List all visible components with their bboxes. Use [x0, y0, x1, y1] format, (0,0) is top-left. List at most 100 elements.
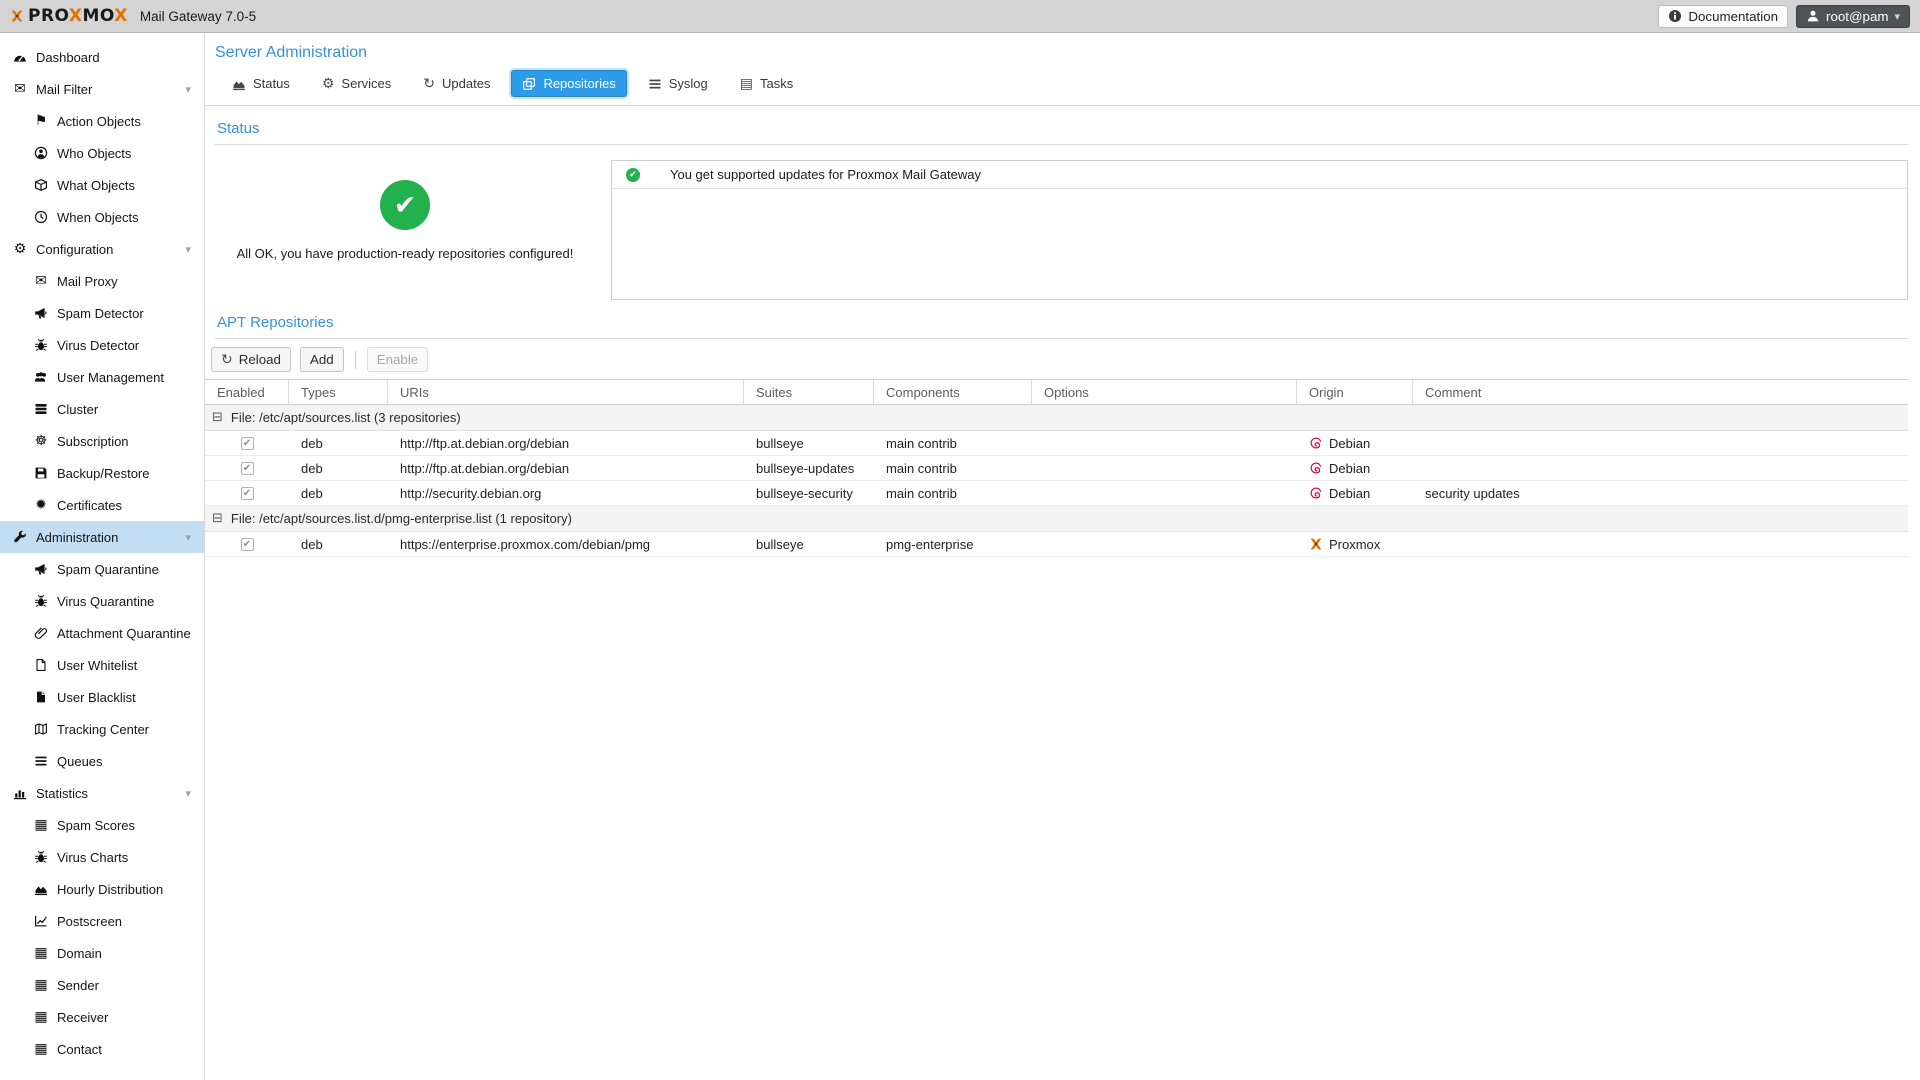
- status-detail-text: You get supported updates for Proxmox Ma…: [670, 167, 981, 182]
- page-title: Server Administration: [205, 33, 1920, 65]
- sidebar-item-contact[interactable]: ▦Contact: [0, 1033, 204, 1065]
- table-row[interactable]: ✔debhttp://ftp.at.debian.org/debianbulls…: [205, 431, 1908, 456]
- sidebar-item-label: Spam Quarantine: [57, 562, 159, 577]
- sidebar-item-configuration[interactable]: ⚙Configuration▾: [0, 233, 204, 265]
- tab-tasks[interactable]: ▤Tasks: [729, 70, 804, 97]
- cell-enabled: ✔: [205, 437, 289, 450]
- tab-repositories[interactable]: Repositories: [511, 70, 626, 97]
- sidebar-item-postscreen[interactable]: Postscreen: [0, 905, 204, 937]
- documentation-label: Documentation: [1688, 9, 1778, 24]
- sidebar-item-certificates[interactable]: ✹Certificates: [0, 489, 204, 521]
- origin-label: Debian: [1329, 436, 1370, 451]
- gears-icon: ⚙: [322, 77, 335, 91]
- bug-icon: [34, 850, 48, 864]
- sidebar-item-user-blacklist[interactable]: User Blacklist: [0, 681, 204, 713]
- sidebar-item-receiver[interactable]: ▦Receiver: [0, 1001, 204, 1033]
- table-icon: ▦: [34, 818, 47, 832]
- enabled-checkbox[interactable]: ✔: [241, 487, 254, 500]
- sidebar-item-statistics[interactable]: Statistics▾: [0, 777, 204, 809]
- reload-button[interactable]: ↻Reload: [211, 347, 291, 372]
- sidebar-item-spam-quarantine[interactable]: Spam Quarantine: [0, 553, 204, 585]
- apt-repositories-grid: EnabledTypesURIsSuitesComponentsOptionsO…: [205, 379, 1908, 557]
- column-header-uri[interactable]: URIs: [388, 380, 744, 404]
- status-section-title: Status: [215, 120, 1908, 145]
- tab-updates[interactable]: ↻Updates: [412, 70, 501, 97]
- collapse-icon[interactable]: ⊟: [212, 512, 223, 525]
- column-header-suite[interactable]: Suites: [744, 380, 874, 404]
- column-header-options[interactable]: Options: [1032, 380, 1297, 404]
- sidebar-item-mail-proxy[interactable]: ✉Mail Proxy: [0, 265, 204, 297]
- cell-suite: bullseye: [744, 537, 874, 552]
- sidebar-item-virus-quarantine[interactable]: Virus Quarantine: [0, 585, 204, 617]
- table-row[interactable]: ✔debhttp://ftp.at.debian.org/debianbulls…: [205, 456, 1908, 481]
- column-header-origin[interactable]: Origin: [1297, 380, 1413, 404]
- sidebar-item-attachment-quarantine[interactable]: Attachment Quarantine: [0, 617, 204, 649]
- table-row[interactable]: ✔debhttps://enterprise.proxmox.com/debia…: [205, 532, 1908, 557]
- column-header-types[interactable]: Types: [289, 380, 388, 404]
- enable-button[interactable]: Enable: [367, 347, 429, 372]
- debian-icon: [1309, 486, 1323, 500]
- table-row[interactable]: ✔debhttp://security.debian.orgbullseye-s…: [205, 481, 1908, 506]
- add-button[interactable]: Add: [300, 347, 344, 372]
- collapse-icon[interactable]: ⊟: [212, 411, 223, 424]
- clone-icon: [522, 77, 536, 91]
- column-header-components[interactable]: Components: [874, 380, 1032, 404]
- apt-toolbar: ↻Reload Add Enable: [205, 339, 1920, 379]
- cell-enabled: ✔: [205, 462, 289, 475]
- sidebar-item-virus-detector[interactable]: Virus Detector: [0, 329, 204, 361]
- documentation-button[interactable]: Documentation: [1658, 5, 1788, 28]
- cell-comment: security updates: [1413, 486, 1908, 501]
- chevron-down-icon[interactable]: ▾: [185, 787, 191, 800]
- grid-group-row[interactable]: ⊟File: /etc/apt/sources.list (3 reposito…: [205, 405, 1908, 431]
- chevron-down-icon[interactable]: ▾: [185, 531, 191, 544]
- sidebar-item-dashboard[interactable]: Dashboard: [0, 41, 204, 73]
- chevron-down-icon[interactable]: ▾: [185, 83, 191, 96]
- table-icon: ▦: [34, 1010, 47, 1024]
- tab-status[interactable]: Status: [221, 70, 301, 97]
- sidebar-item-user-management[interactable]: User Management: [0, 361, 204, 393]
- chevron-down-icon[interactable]: ▾: [185, 243, 191, 256]
- proxmox-icon: [1309, 537, 1323, 551]
- sidebar-item-mail-filter[interactable]: ✉Mail Filter▾: [0, 73, 204, 105]
- sidebar-item-label: Action Objects: [57, 114, 141, 129]
- sidebar-item-label: Virus Detector: [57, 338, 139, 353]
- sidebar-item-domain[interactable]: ▦Domain: [0, 937, 204, 969]
- grid-group-row[interactable]: ⊟File: /etc/apt/sources.list.d/pmg-enter…: [205, 506, 1908, 532]
- sidebar-item-label: Certificates: [57, 498, 122, 513]
- sidebar-item-spam-detector[interactable]: Spam Detector: [0, 297, 204, 329]
- table-icon: ▦: [34, 946, 47, 960]
- sidebar-item-administration[interactable]: Administration▾: [0, 521, 204, 553]
- debian-icon: [1309, 461, 1323, 475]
- debian-icon: [1309, 436, 1323, 450]
- enabled-checkbox[interactable]: ✔: [241, 538, 254, 551]
- cell-suite: bullseye-updates: [744, 461, 874, 476]
- tab-syslog[interactable]: Syslog: [637, 70, 719, 97]
- column-header-enabled[interactable]: Enabled: [205, 380, 289, 404]
- sidebar-item-virus-charts[interactable]: Virus Charts: [0, 841, 204, 873]
- sidebar-item-when-objects[interactable]: When Objects: [0, 201, 204, 233]
- sidebar-item-user-whitelist[interactable]: User Whitelist: [0, 649, 204, 681]
- column-header-comment[interactable]: Comment: [1413, 380, 1908, 404]
- sidebar-item-subscription[interactable]: ☸Subscription: [0, 425, 204, 457]
- enabled-checkbox[interactable]: ✔: [241, 462, 254, 475]
- cell-components: main contrib: [874, 436, 1032, 451]
- sidebar-item-backup-restore[interactable]: Backup/Restore: [0, 457, 204, 489]
- sidebar-item-who-objects[interactable]: Who Objects: [0, 137, 204, 169]
- sidebar-item-hourly-distribution[interactable]: Hourly Distribution: [0, 873, 204, 905]
- sidebar-item-label: Spam Detector: [57, 306, 144, 321]
- cell-components: main contrib: [874, 461, 1032, 476]
- sidebar-item-cluster[interactable]: Cluster: [0, 393, 204, 425]
- logo-letter: X: [69, 6, 83, 26]
- sidebar-item-spam-scores[interactable]: ▦Spam Scores: [0, 809, 204, 841]
- sidebar-item-queues[interactable]: Queues: [0, 745, 204, 777]
- sidebar-item-sender[interactable]: ▦Sender: [0, 969, 204, 1001]
- enabled-checkbox[interactable]: ✔: [241, 437, 254, 450]
- sidebar-item-tracking-center[interactable]: Tracking Center: [0, 713, 204, 745]
- bug-icon: [34, 594, 48, 608]
- tab-services[interactable]: ⚙Services: [311, 70, 402, 97]
- user-menu-button[interactable]: root@pam ▾: [1796, 5, 1910, 28]
- sidebar-item-what-objects[interactable]: What Objects: [0, 169, 204, 201]
- status-detail-row[interactable]: ✔You get supported updates for Proxmox M…: [612, 161, 1907, 189]
- sidebar-item-action-objects[interactable]: ⚑Action Objects: [0, 105, 204, 137]
- status-section: ✔ All OK, you have production-ready repo…: [205, 158, 1920, 300]
